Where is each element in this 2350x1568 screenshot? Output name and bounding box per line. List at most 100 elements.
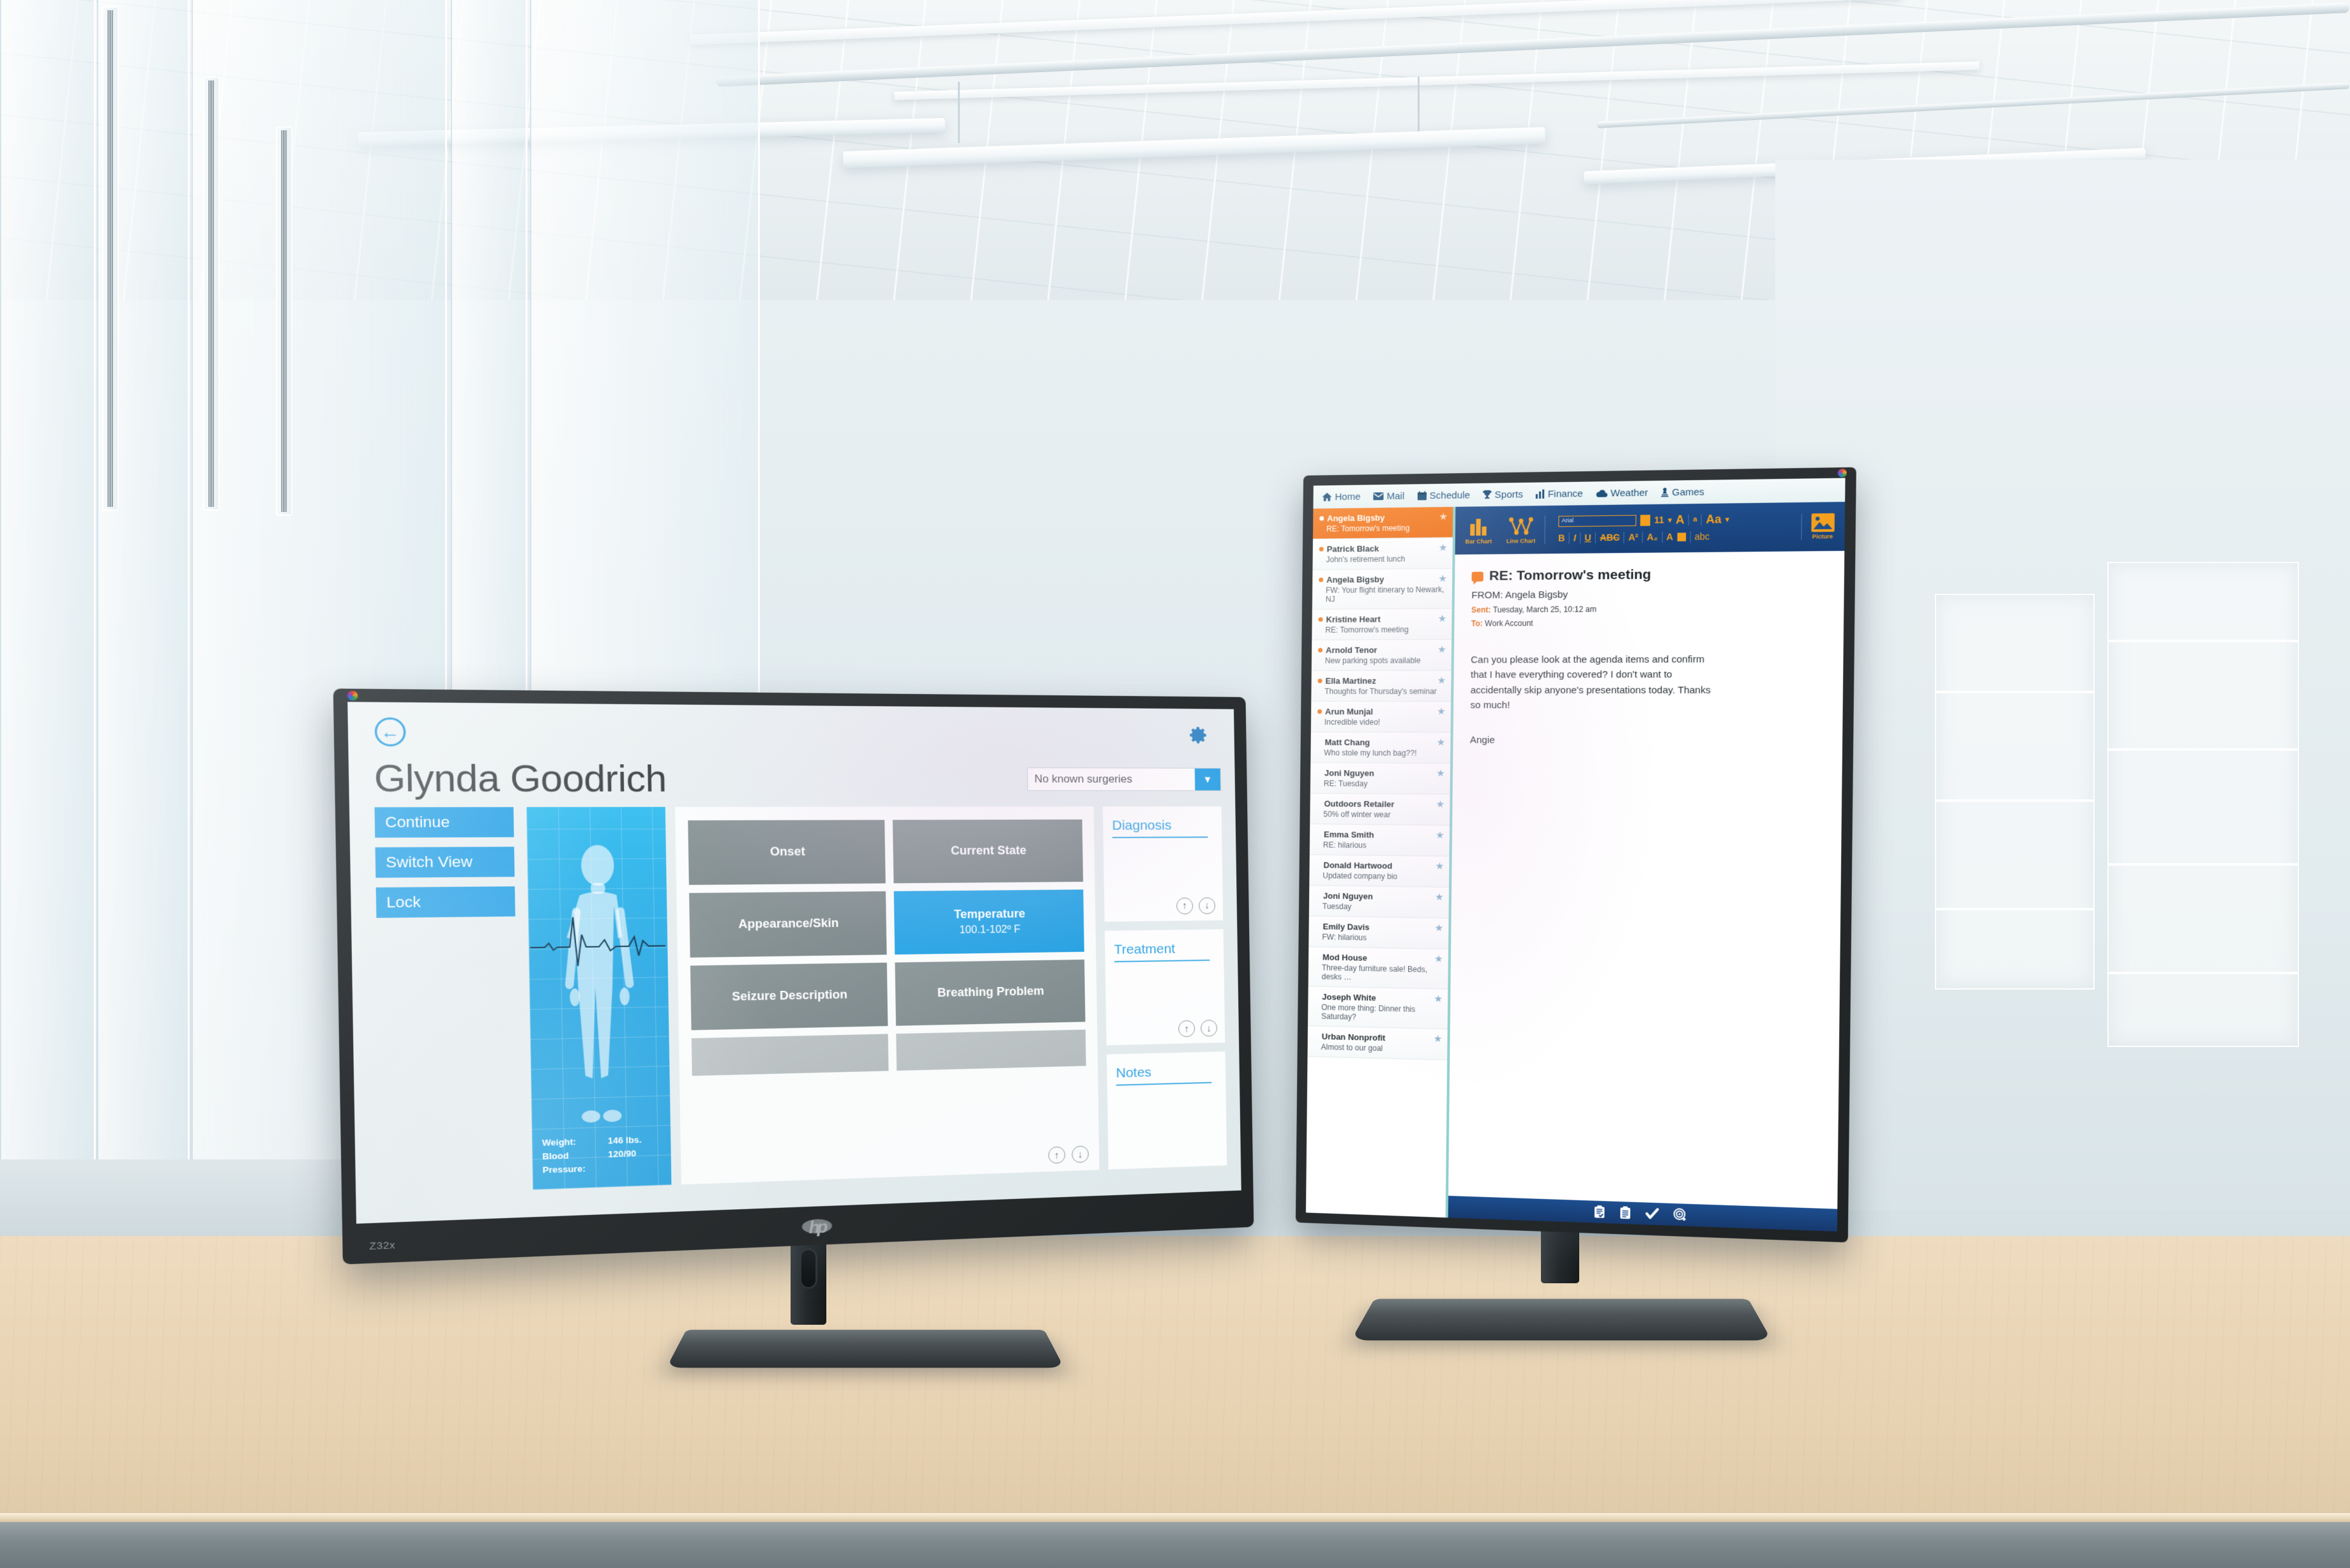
strikethrough-button[interactable]: ABC <box>1600 532 1620 543</box>
nav-item-mail[interactable]: Mail <box>1373 490 1404 502</box>
mail-list-item[interactable]: Arnold Tenor New parking spots available ★ <box>1311 640 1452 671</box>
switch-view-button[interactable]: Switch View <box>375 847 515 878</box>
font-dropdown-icon[interactable] <box>1640 514 1651 526</box>
tile-onset[interactable]: Onset <box>688 820 886 886</box>
mail-subject: Three-day furniture sale! Beds, desks … <box>1321 963 1428 982</box>
star-icon[interactable]: ★ <box>1434 954 1443 965</box>
nav-item-weather[interactable]: Weather <box>1596 487 1648 499</box>
arrow-down-circle-icon[interactable]: ↓ <box>1199 897 1216 914</box>
mail-list-item[interactable]: Kristine Heart RE: Tomorrow's meeting ★ <box>1312 608 1452 640</box>
tile-seizure-description[interactable]: Seizure Description <box>690 962 888 1030</box>
star-icon[interactable]: ★ <box>1439 511 1448 522</box>
tile-partial[interactable] <box>896 1029 1086 1071</box>
mail-list-item[interactable]: Matt Chang Who stole my lunch bag??! ★ <box>1310 732 1451 764</box>
tile-appearance-skin[interactable]: Appearance/Skin <box>689 891 887 958</box>
mail-list-item[interactable]: Emma Smith RE: hilarious ★ <box>1309 824 1450 857</box>
change-case-dropdown-icon[interactable]: ▾ <box>1725 515 1729 523</box>
star-icon[interactable]: ★ <box>1436 861 1444 871</box>
treatment-card[interactable]: Treatment ↑ ↓ <box>1104 929 1225 1046</box>
continue-button[interactable]: Continue <box>374 807 514 838</box>
star-icon[interactable]: ★ <box>1435 923 1444 933</box>
star-icon[interactable]: ★ <box>1437 737 1446 748</box>
underline-button[interactable]: U <box>1584 532 1591 543</box>
diagnosis-card[interactable]: Diagnosis ↑ ↓ <box>1102 806 1224 922</box>
mail-list-item[interactable]: Donald Hartwood Updated company bio ★ <box>1309 855 1450 888</box>
mail-sender: Angela Bigsby <box>1327 513 1385 524</box>
mail-list-item[interactable]: Joseph White One more thing: Dinner this … <box>1308 986 1448 1030</box>
nav-item-home[interactable]: Home <box>1322 491 1361 502</box>
keyboard[interactable] <box>867 1413 1498 1502</box>
gear-icon[interactable] <box>1187 724 1209 746</box>
nav-item-games[interactable]: Games <box>1661 486 1704 498</box>
nav-item-finance[interactable]: Finance <box>1536 488 1583 499</box>
mail-list-item[interactable]: Arun Munjal Incredible video! ★ <box>1310 701 1452 733</box>
star-icon[interactable]: ★ <box>1436 768 1445 779</box>
font-size-value[interactable]: 11 <box>1654 515 1664 525</box>
star-icon[interactable]: ★ <box>1438 614 1447 624</box>
insert-picture-button[interactable]: Picture <box>1801 513 1838 540</box>
subscript-button[interactable]: A₂ <box>1647 532 1658 543</box>
font-size-dropdown-icon[interactable]: ▾ <box>1668 515 1672 524</box>
star-icon[interactable]: ★ <box>1436 830 1444 841</box>
monitor-left-cable-hole <box>800 1248 817 1289</box>
arrow-down-circle-icon[interactable]: ↓ <box>1072 1145 1089 1163</box>
nav-item-schedule[interactable]: Schedule <box>1417 490 1470 501</box>
arrow-up-circle-icon[interactable]: ↑ <box>1048 1146 1066 1164</box>
line-chart-button[interactable]: Line Chart <box>1504 515 1538 545</box>
notes-card[interactable]: Notes <box>1106 1052 1227 1170</box>
arrow-down-circle-icon[interactable]: ↓ <box>1201 1020 1218 1037</box>
superscript-button[interactable]: A² <box>1628 532 1639 543</box>
tile-current-state[interactable]: Current State <box>892 819 1084 884</box>
mail-list-item[interactable]: Joni Nguyen RE: Tuesday ★ <box>1310 763 1451 795</box>
tile-nav-arrows: ↑ ↓ <box>1048 1145 1089 1164</box>
light-stem <box>958 82 960 143</box>
lowercase-button[interactable]: abc <box>1694 531 1709 542</box>
mail-list-item[interactable]: Angela Bigsby FW: Your flight itinerary t… <box>1312 568 1453 610</box>
mail-list-item[interactable]: Ella Martinez Thoughts for Thursday's sem… <box>1311 670 1452 702</box>
clipboard-list-icon[interactable] <box>1619 1206 1631 1219</box>
arrow-up-circle-icon[interactable]: ↑ <box>1176 897 1194 914</box>
grow-font-button[interactable]: A <box>1676 513 1685 527</box>
surgery-select[interactable]: No known surgeries ▼ <box>1027 767 1222 791</box>
back-arrow-icon[interactable]: ← <box>374 717 406 747</box>
nav-item-sports[interactable]: Sports <box>1483 489 1523 501</box>
font-name-input[interactable]: Arial <box>1558 515 1637 527</box>
star-icon[interactable]: ★ <box>1439 543 1448 554</box>
shelf-line <box>2109 640 2298 642</box>
lock-button[interactable]: Lock <box>375 886 515 918</box>
change-case-button[interactable]: Aa <box>1706 512 1721 526</box>
patient-body-panel[interactable]: Weight: 146 lbs. Blood Pressure: 120/90 <box>526 806 672 1190</box>
star-icon[interactable]: ★ <box>1434 993 1443 1004</box>
star-icon[interactable]: ★ <box>1436 799 1445 810</box>
target-add-icon[interactable] <box>1673 1208 1687 1221</box>
star-icon[interactable]: ★ <box>1437 644 1446 655</box>
tile-partial[interactable] <box>691 1034 889 1076</box>
star-icon[interactable]: ★ <box>1437 675 1446 686</box>
mail-list-item[interactable]: Emily Davis FW: hilarious ★ <box>1308 916 1449 950</box>
mail-list[interactable]: Angela Bigsby RE: Tomorrow's meeting ★ Patr… <box>1305 506 1456 1218</box>
checkmark-icon[interactable] <box>1646 1208 1659 1220</box>
tile-temperature[interactable]: Temperature 100.1-102º F <box>893 889 1084 955</box>
mail-list-item[interactable]: Joni Nguyen Tuesday ★ <box>1308 886 1450 919</box>
star-icon[interactable]: ★ <box>1437 706 1446 717</box>
tile-breathing-problem[interactable]: Breathing Problem <box>895 959 1086 1026</box>
clipboard-check-icon[interactable] <box>1594 1205 1605 1219</box>
bar-chart-button[interactable]: Bar Chart <box>1462 516 1496 545</box>
mail-list-item[interactable]: Mod House Three-day furniture sale! Beds,… <box>1308 947 1449 990</box>
star-icon[interactable]: ★ <box>1435 892 1444 903</box>
star-icon[interactable]: ★ <box>1434 1034 1443 1044</box>
text-color-button[interactable]: A <box>1666 532 1673 543</box>
bold-button[interactable]: B <box>1558 532 1565 543</box>
mail-list-item[interactable]: Outdoors Retailer 50% off winter wear ★ <box>1310 794 1450 826</box>
mail-list-item[interactable]: Patrick Black John's retirement lunch ★ <box>1312 538 1453 570</box>
shrink-font-button[interactable]: a <box>1693 515 1697 523</box>
text-color-swatch-icon[interactable] <box>1677 532 1687 541</box>
message-sent-row: Sent: Tuesday, March 25, 10:12 am <box>1471 603 1826 614</box>
arrow-up-circle-icon[interactable]: ↑ <box>1178 1020 1195 1037</box>
divider <box>1116 1082 1212 1087</box>
chevron-down-icon[interactable]: ▼ <box>1194 768 1221 790</box>
mail-list-item[interactable]: Angela Bigsby RE: Tomorrow's meeting ★ <box>1312 506 1453 539</box>
star-icon[interactable]: ★ <box>1438 573 1447 584</box>
italic-button[interactable]: I <box>1573 532 1576 543</box>
mail-list-item[interactable]: Urban Nonprofit Almost to our goal ★ <box>1307 1026 1448 1060</box>
